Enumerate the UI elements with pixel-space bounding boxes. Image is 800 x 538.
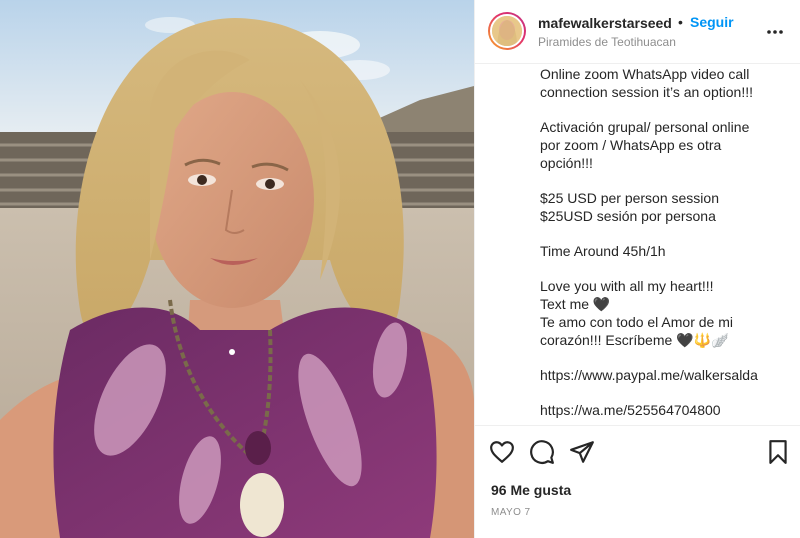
caption-line: $25 USD per person session xyxy=(540,189,719,206)
caption-line: por zoom / WhatsApp es otra xyxy=(540,136,722,153)
more-options-icon[interactable] xyxy=(765,22,785,42)
separator-dot: • xyxy=(678,14,683,30)
caption-line[interactable]: https://www.paypal.me/walkersalda xyxy=(540,367,790,385)
caption-line: Online zoom WhatsApp video call xyxy=(540,66,750,82)
caption-line xyxy=(540,101,790,119)
avatar-image xyxy=(490,14,524,48)
post-date: MAYO 7 xyxy=(491,507,531,518)
caption-line xyxy=(540,385,790,403)
caption-line: connection session it’s an option!!! xyxy=(540,83,753,100)
caption-line[interactable]: https://wa.me/525564704800 xyxy=(540,402,790,420)
caption-line xyxy=(540,172,790,190)
username-link[interactable]: mafewalkerstarseed xyxy=(538,15,672,31)
caption-line: $25USD sesión por persona xyxy=(540,207,716,224)
caption-line xyxy=(540,261,790,279)
post-caption: Online zoom WhatsApp video call connectio… xyxy=(540,66,790,422)
location-link[interactable]: Piramides de Teotihuacan xyxy=(538,35,676,49)
post-photo[interactable] xyxy=(0,0,474,538)
caption-line: opción!!! xyxy=(540,154,593,171)
caption-line xyxy=(540,225,790,243)
post-side-panel: mafewalkerstarseed • Seguir Piramides de… xyxy=(474,0,800,538)
caption-line xyxy=(540,349,790,367)
action-bar: 96 Me gusta MAYO 7 xyxy=(475,425,800,538)
follow-button[interactable]: Seguir xyxy=(690,14,734,30)
avatar[interactable] xyxy=(488,12,526,50)
caption-line: Text me 🖤 xyxy=(540,296,611,313)
caption-line: Love you with all my heart!!! xyxy=(540,278,714,295)
caption-line: Te amo con todo el Amor de mi xyxy=(540,313,733,330)
like-count[interactable]: 96 Me gusta xyxy=(491,482,571,498)
comment-icon[interactable] xyxy=(529,439,555,465)
caption-line: corazón!!! Escríbeme 🖤🔱🪽 xyxy=(540,331,729,348)
bookmark-icon[interactable] xyxy=(765,439,791,465)
caption-line: Time Around 45h/1h xyxy=(540,243,666,260)
heart-icon[interactable] xyxy=(489,439,515,465)
post-header: mafewalkerstarseed • Seguir Piramides de… xyxy=(475,0,800,64)
caption-line: Activación grupal/ personal online xyxy=(540,119,750,136)
paper-plane-icon[interactable] xyxy=(569,439,595,465)
selfie-image xyxy=(0,0,474,538)
